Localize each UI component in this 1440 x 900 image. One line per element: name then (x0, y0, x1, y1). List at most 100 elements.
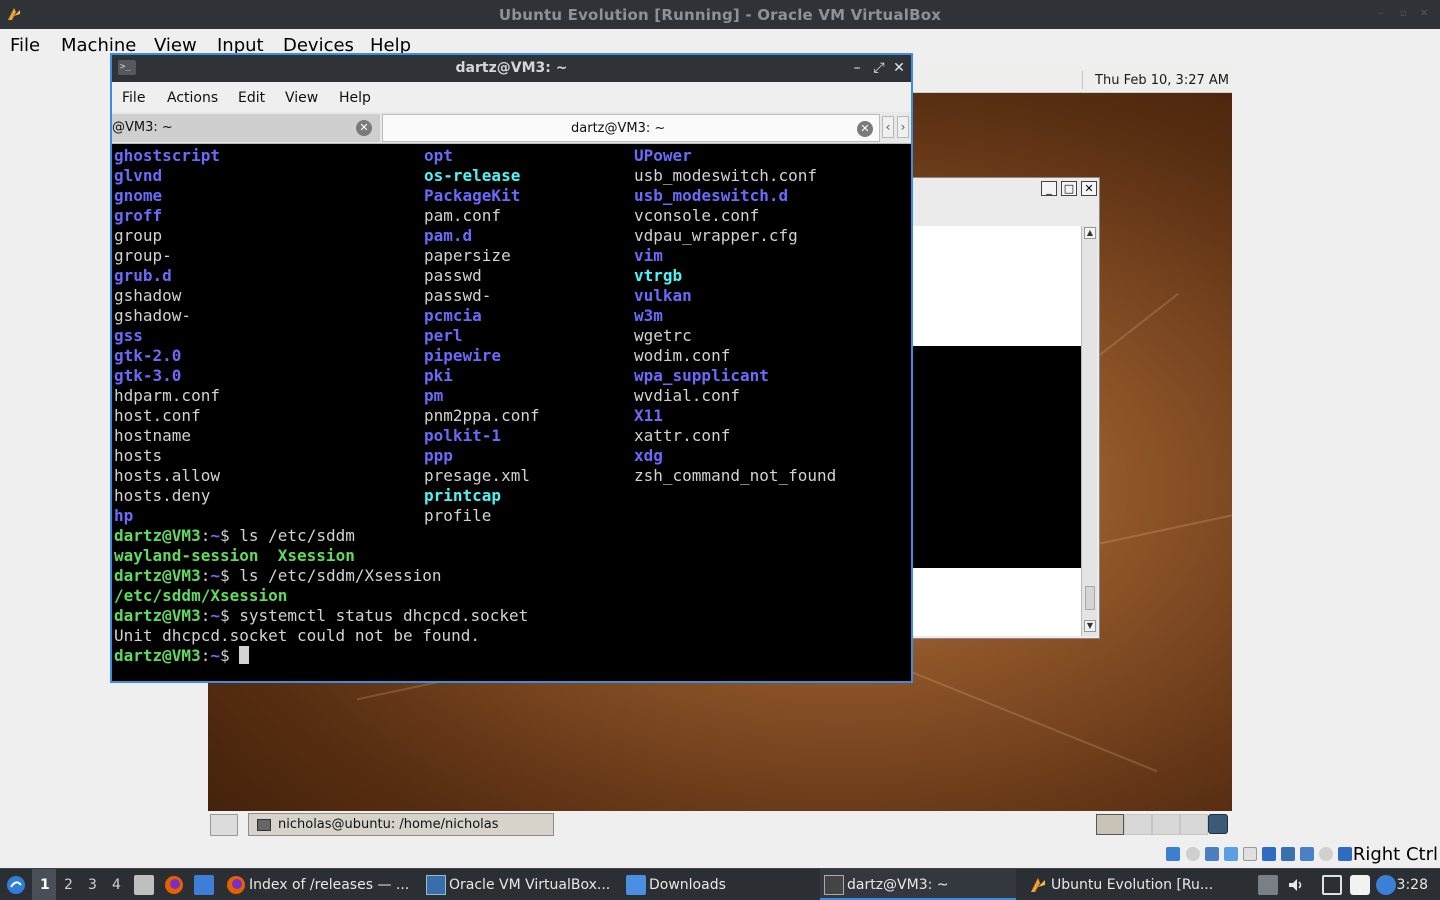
clipboard-icon[interactable] (1258, 875, 1278, 895)
listing-entry: host.conf (114, 406, 201, 425)
minimize-icon[interactable]: – (849, 59, 865, 77)
prompt-user: dartz@VM3 (114, 646, 201, 665)
workspace-1[interactable]: 1 (40, 877, 50, 893)
menu-file[interactable]: File (122, 90, 145, 106)
text-cursor (239, 646, 250, 664)
prompt-sign: $ (219, 646, 230, 665)
listing-entry: gtk-3.0 (114, 366, 182, 385)
prompt-user: dartz@VM3 (114, 526, 201, 545)
guest-clock[interactable]: Thu Feb 10, 3:27 AM (1095, 73, 1229, 88)
tab-1[interactable]: @VM3: ~ ✕ (112, 114, 380, 142)
command-text: systemctl status dhcpcd.socket (229, 606, 529, 625)
battery-icon[interactable] (1350, 875, 1370, 895)
firefox-icon (227, 876, 245, 894)
chevron-right-icon[interactable]: › (897, 116, 909, 138)
listing-column-3: UPower usb_modeswitch.conf usb_modeswitch.… (634, 146, 836, 486)
close-icon[interactable]: ✕ (1081, 181, 1097, 196)
listing-entry: printcap (424, 486, 502, 505)
guest-background-window[interactable]: _ □ ✕ ▲ ▼ (910, 177, 1100, 639)
close-icon[interactable]: ✕ (1420, 9, 1430, 19)
video-capture-icon[interactable] (1300, 847, 1314, 861)
scroll-up-icon[interactable]: ▲ (1084, 227, 1096, 239)
current-prompt[interactable]: dartz@VM3:~$ (114, 646, 528, 666)
listing-entry: gtk-2.0 (114, 346, 182, 365)
menu-file[interactable]: File (10, 35, 40, 56)
listing-entry: vim (634, 246, 663, 265)
shared-folders-icon[interactable] (1262, 847, 1276, 861)
maximize-icon[interactable]: □ (1061, 181, 1077, 196)
taskbar-item-vm[interactable]: Ubuntu Evolution [Ru... (1024, 869, 1220, 900)
taskbar-item-firefox[interactable]: Index of /releases — ... (222, 869, 418, 900)
listing-entry: vtrgb (634, 266, 683, 285)
scroll-down-icon[interactable]: ▼ (1084, 620, 1096, 632)
taskbar-item-virtualbox-manager[interactable]: Oracle VM VirtualBox... (422, 869, 618, 900)
close-icon[interactable]: ✕ (891, 59, 907, 77)
host-clock[interactable]: 3:28 (1397, 877, 1428, 893)
workspace-2[interactable] (1124, 814, 1152, 835)
listing-entry: profile (424, 506, 492, 525)
desktop-icon[interactable] (194, 875, 214, 895)
firefox-icon[interactable] (164, 875, 184, 895)
window-content-dark (913, 346, 1081, 568)
close-tab-icon[interactable]: ✕ (356, 120, 372, 136)
lubuntu-menu-icon[interactable] (6, 875, 26, 895)
listing-entry: UPower (634, 146, 692, 165)
listing-entry: xattr.conf (634, 426, 731, 445)
taskbar-item-downloads[interactable]: Downloads (622, 869, 818, 900)
audio-icon[interactable] (1205, 847, 1219, 861)
listing-entry: X11 (634, 406, 663, 425)
vbox-statusbar: Right Ctrl (0, 840, 1440, 868)
display-icon[interactable] (1281, 847, 1295, 861)
task-label: Oracle VM VirtualBox... (449, 877, 611, 893)
maximize-icon[interactable]: ▫ (1400, 9, 1410, 19)
optical-drive-icon[interactable] (1186, 847, 1200, 861)
network-icon[interactable] (1224, 847, 1238, 861)
update-notifier-icon[interactable] (1376, 875, 1396, 895)
trash-icon[interactable] (1208, 814, 1228, 834)
minimize-icon[interactable]: – (1378, 9, 1388, 19)
listing-entry: xdg (634, 446, 663, 465)
workspace-4[interactable]: 4 (112, 877, 121, 893)
terminal-output[interactable]: ghostscript glvnd gnome groff group group-gru… (114, 146, 909, 681)
terminal-title: dartz@VM3: ~ (455, 60, 568, 76)
cpu-icon[interactable] (1319, 847, 1333, 861)
listing-entry: usb_modeswitch.d (634, 186, 789, 205)
network-icon[interactable] (1322, 875, 1342, 895)
listing-entry: vconsole.conf (634, 206, 760, 225)
chevron-left-icon[interactable]: ‹ (882, 116, 894, 138)
usb-icon[interactable] (1243, 847, 1257, 861)
menu-edit[interactable]: Edit (238, 90, 265, 106)
minimize-icon[interactable]: _ (1041, 181, 1057, 196)
menu-actions[interactable]: Actions (167, 90, 218, 106)
command-line: dartz@VM3:~$ systemctl status dhcpcd.soc… (114, 606, 529, 625)
listing-entry: hostname (114, 426, 192, 445)
tab-label: dartz@VM3: ~ (571, 121, 666, 136)
show-desktop-button[interactable] (210, 814, 238, 836)
menu-help[interactable]: Help (339, 90, 371, 106)
listing-entry: vulkan (634, 286, 692, 305)
vertical-scrollbar[interactable]: ▲ ▼ (1081, 226, 1097, 636)
terminal-titlebar[interactable]: >_ dartz@VM3: ~ – ⤢ ✕ (112, 55, 911, 82)
maximize-icon[interactable]: ⤢ (871, 59, 887, 77)
prompt-path: ~ (210, 646, 220, 665)
scroll-thumb[interactable] (1085, 586, 1095, 610)
workspace-2[interactable]: 2 (64, 877, 73, 893)
command-text: ls /etc/sddm (229, 526, 355, 545)
terminal-window[interactable]: >_ dartz@VM3: ~ – ⤢ ✕ File Actions Edit … (110, 53, 913, 683)
mouse-integration-icon[interactable] (1338, 847, 1352, 861)
menu-view[interactable]: View (285, 90, 318, 106)
hard-disk-icon[interactable] (1166, 847, 1180, 861)
host-key-label: Right Ctrl (1352, 844, 1438, 865)
workspace-4[interactable] (1180, 814, 1208, 835)
taskbar-item-terminal[interactable]: dartz@VM3: ~ (820, 869, 1016, 900)
command-output: /etc/sddm/Xsession (114, 586, 528, 606)
workspace-3[interactable]: 3 (88, 877, 97, 893)
guest-task-label: nicholas@ubuntu: /home/nicholas (278, 817, 499, 832)
close-tab-icon[interactable]: ✕ (857, 121, 873, 137)
workspace-3[interactable] (1152, 814, 1180, 835)
guest-taskbar-item[interactable]: nicholas@ubuntu: /home/nicholas (248, 813, 554, 836)
tab-2[interactable]: dartz@VM3: ~ ✕ (382, 114, 880, 142)
workspace-1[interactable] (1096, 814, 1124, 835)
file-manager-icon[interactable] (134, 875, 154, 895)
volume-icon[interactable] (1286, 875, 1306, 895)
